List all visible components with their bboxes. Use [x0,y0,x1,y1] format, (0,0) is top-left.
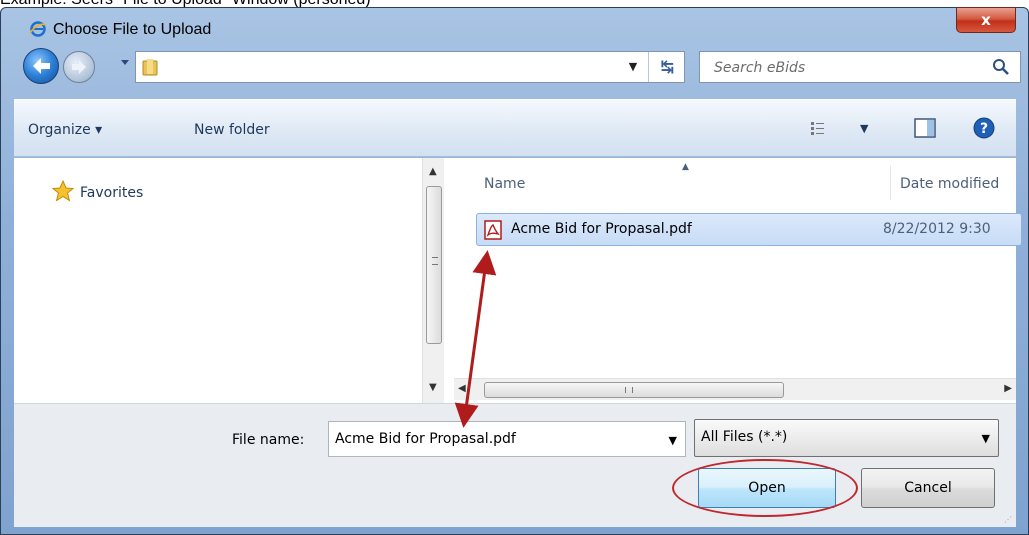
organize-menu[interactable]: Organize ▾ [28,122,102,138]
folder-icon [142,59,158,76]
ie-icon [29,21,47,37]
back-button[interactable] [23,48,59,84]
scroll-up-icon[interactable]: ▲ [429,166,437,177]
search-box[interactable] [699,51,1021,83]
back-arrow-icon [33,58,50,74]
scroll-down-icon[interactable]: ▼ [429,382,437,393]
file-name-dropdown-icon[interactable]: ▼ [669,434,677,447]
address-dropdown-icon[interactable]: ▼ [624,58,642,76]
open-button-annotation-circle [672,459,858,517]
file-type-dropdown-icon[interactable]: ▼ [982,432,990,445]
file-upload-dialog: Choose File to Upload x ▼ ↹ Search eBids… [0,7,1029,535]
column-header-date-modified[interactable]: Date modified [900,176,999,192]
command-toolbar: Organize ▾ New folder ▼ ? [14,99,1016,157]
file-name-combobox[interactable]: Acme Bid for Propasal.pdf ▼ [328,421,686,457]
refresh-icon[interactable]: ↹ [648,52,686,82]
forward-arrow-icon [72,60,86,74]
nav-pane-vertical-scrollbar[interactable]: ▲ ▼ [422,158,444,403]
new-folder-button[interactable]: New folder [194,122,270,138]
navigation-pane: Favorites ▲ ▼ [14,158,444,403]
history-dropdown-icon[interactable] [119,56,131,68]
pdf-icon [484,220,502,240]
window-title: Choose File to Upload [53,21,212,38]
horizontal-scrollbar-thumb[interactable] [484,382,784,398]
help-icon[interactable]: ? [972,116,996,140]
column-header-name[interactable]: Name [484,176,525,192]
scroll-right-icon[interactable]: ▶ [1004,383,1012,394]
views-icon[interactable] [810,120,826,136]
file-date-cell: 8/22/2012 9:30 [883,221,991,237]
file-list-pane: ▲ Name Date modified Acme Bid for Propas… [454,158,1022,403]
file-type-select[interactable]: All Files (*.*) ▼ [694,419,999,457]
file-list-horizontal-scrollbar[interactable]: ◀ ▶ [454,378,1016,400]
nav-item-favorites[interactable]: Favorites [80,185,143,201]
bottom-panel: File name: Acme Bid for Propasal.pdf ▼ A… [14,403,1016,527]
search-icon[interactable] [992,58,1010,76]
forward-button[interactable] [63,51,95,83]
star-icon [52,180,74,202]
file-name-value[interactable]: Acme Bid for Propasal.pdf [335,431,516,447]
address-bar[interactable]: ▼ ↹ [135,51,685,83]
file-row[interactable]: Acme Bid for Propasal.pdf 8/22/2012 9:30 [476,213,1022,246]
title-bar[interactable]: Choose File to Upload x [1,7,1028,48]
file-name-label: File name: [232,432,305,448]
content-area: Favorites ▲ ▼ ▲ Name Date modified Acme … [14,158,1022,403]
scrollbar-thumb[interactable] [426,186,442,344]
file-name-cell: Acme Bid for Propasal.pdf [511,221,692,237]
search-input[interactable] [714,58,974,78]
svg-text:?: ? [980,121,988,137]
resize-grip-icon[interactable]: ⋰ [1004,515,1014,525]
scroll-left-icon[interactable]: ◀ [458,383,466,394]
cancel-button[interactable]: Cancel [861,468,995,508]
sort-indicator-icon: ▲ [682,162,689,172]
file-type-value: All Files (*.*) [701,429,788,445]
views-dropdown-icon[interactable]: ▼ [860,122,868,135]
navigation-row: ▼ ↹ [1,48,1028,92]
preview-pane-icon[interactable] [914,118,936,138]
column-divider[interactable] [890,166,891,200]
close-button[interactable]: x [956,7,1016,33]
